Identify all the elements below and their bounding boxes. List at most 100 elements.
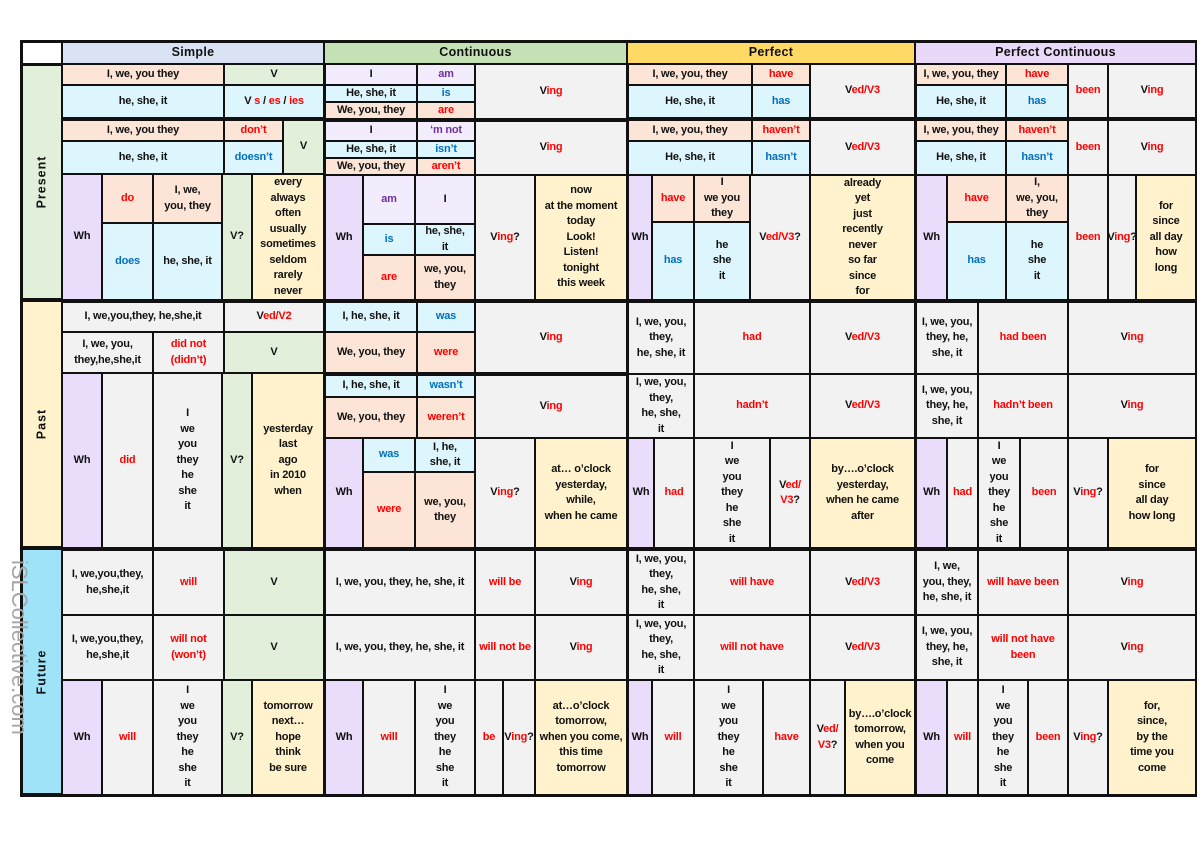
table-cell: Ving [1069,616,1195,679]
text-segment: V [539,84,547,97]
table-cell: he, she, it [154,224,221,299]
cell-text: Ving [540,330,563,346]
cell-text: Ving? [490,230,520,246]
table-cell: will [364,681,414,794]
table-cell: I, he, she, it [416,439,474,471]
text-segment: ? [513,486,520,499]
table-cell: I [326,65,416,84]
cell-text: Ved/ V3? [779,478,801,509]
text-segment: ing [1080,486,1097,499]
table-cell: are [364,256,414,299]
cell-text: Ved/V2 [257,309,292,325]
table-cell: He, she, it [326,86,416,101]
table-cell: Ved/V3 [811,65,914,117]
table-cell: I, we,you,they, he,she,it [63,551,152,614]
table-cell: will [948,681,977,794]
table-cell: We, you, they [326,333,416,372]
table-cell: have [653,176,693,221]
text-segment: / [280,94,290,107]
table-cell: I, we, you, they, he, she, it [629,303,693,373]
table-cell: V [225,65,323,84]
cell-text: Ved/V3 [845,140,880,156]
table-cell: I, we, you, they, he, she, it [629,616,693,679]
table-cell: has [753,86,809,117]
table-cell: He, she, it [917,142,1005,174]
cell-text: Ving [1121,330,1144,346]
table-cell: Wh [629,681,651,794]
table-cell: are [418,103,474,118]
table-cell: I, we, you, they, he, she, it [917,375,977,437]
table-cell: I, we, you, they, he, she, it [917,551,977,614]
table-cell: I we you they he she it [979,439,1019,547]
table-cell: I, we, you, they [629,65,751,84]
table-cell: Ving? [1109,176,1135,299]
table-cell: had [695,303,809,373]
table-cell: were [364,473,414,547]
table-cell: will have [695,551,809,614]
table-cell: wasn’t [418,376,474,396]
table-cell: every always often usually sometimes sel… [253,175,323,299]
text-segment: ing [1127,331,1144,344]
table-cell: V? [223,175,251,299]
table-cell: am [418,65,474,84]
cell-text: Ving [570,575,593,591]
table-cell: has [948,223,1005,299]
cell-text: Ving [1141,83,1164,99]
table-cell: haven’t [1007,121,1067,140]
cell-text: Ved/V3 [845,330,880,346]
table-cell: I [416,176,474,223]
cell-text: Ved/V3 [845,83,880,99]
cell-text: Ving? [1073,485,1103,501]
table-cell: did not (didn’t) [154,333,223,372]
table-cell: haven’t [753,121,809,140]
table-cell: were [418,333,474,372]
table-cell: Wh [63,175,101,299]
table-cell: He, she, it [629,86,751,117]
table-cell: Wh [917,681,946,794]
text-segment: ing [511,730,528,743]
text-segment: ? [1130,231,1135,243]
table-cell: I, we, you, they, he, she, it [629,375,693,437]
text-segment: V [569,640,577,653]
cell-text: Ving [540,399,563,415]
table-cell: We, you, they [326,159,416,174]
text-segment: ed/V3 [851,575,881,588]
text-segment: ? [793,494,800,506]
table-cell: Wh [326,681,362,794]
table-cell: Ved/V3 [811,551,914,614]
table-cell: Wh [326,439,362,547]
text-segment: V [1140,84,1148,97]
table-cell: Ved/V3 [811,616,914,679]
text-segment: ing [1127,575,1144,588]
text-segment: ing [1147,140,1164,153]
table-cell: He, she, it [917,86,1005,117]
cell-text: Ved/V3? [759,230,801,246]
table-cell: he, she, it [63,142,223,173]
table-cell: He, she, it [629,142,751,174]
table-cell: Ving [1109,121,1195,174]
table-cell: will [653,681,693,794]
cell-text: Ving [1121,398,1144,414]
table-cell: Ving [1069,303,1195,373]
table-cell: I we you they he she it [154,374,221,547]
table-cell: Ving [1069,375,1195,437]
text-segment: ing [546,330,563,343]
table-cell: V [284,121,323,173]
table-cell: has [653,223,693,299]
table-cell: Wh [629,439,653,547]
table-cell: had been [979,303,1067,373]
table-cell: been [1069,65,1107,117]
cell-text: Ving? [1109,230,1135,246]
text-segment: V [539,141,547,154]
text-segment: ? [830,738,838,751]
text-segment: V [1120,575,1128,588]
table-cell: Ved/V3 [811,303,914,373]
table-cell: hadn’t been [979,375,1067,437]
text-segment: ed/V3 [851,640,881,653]
text-segment: / [260,94,269,107]
table-cell: I we you they he she it [695,681,762,794]
text-segment: ed/V3 [765,230,795,243]
text-segment: ing [1147,84,1164,97]
text-segment: ing [576,640,593,653]
table-cell: been [1069,176,1107,299]
